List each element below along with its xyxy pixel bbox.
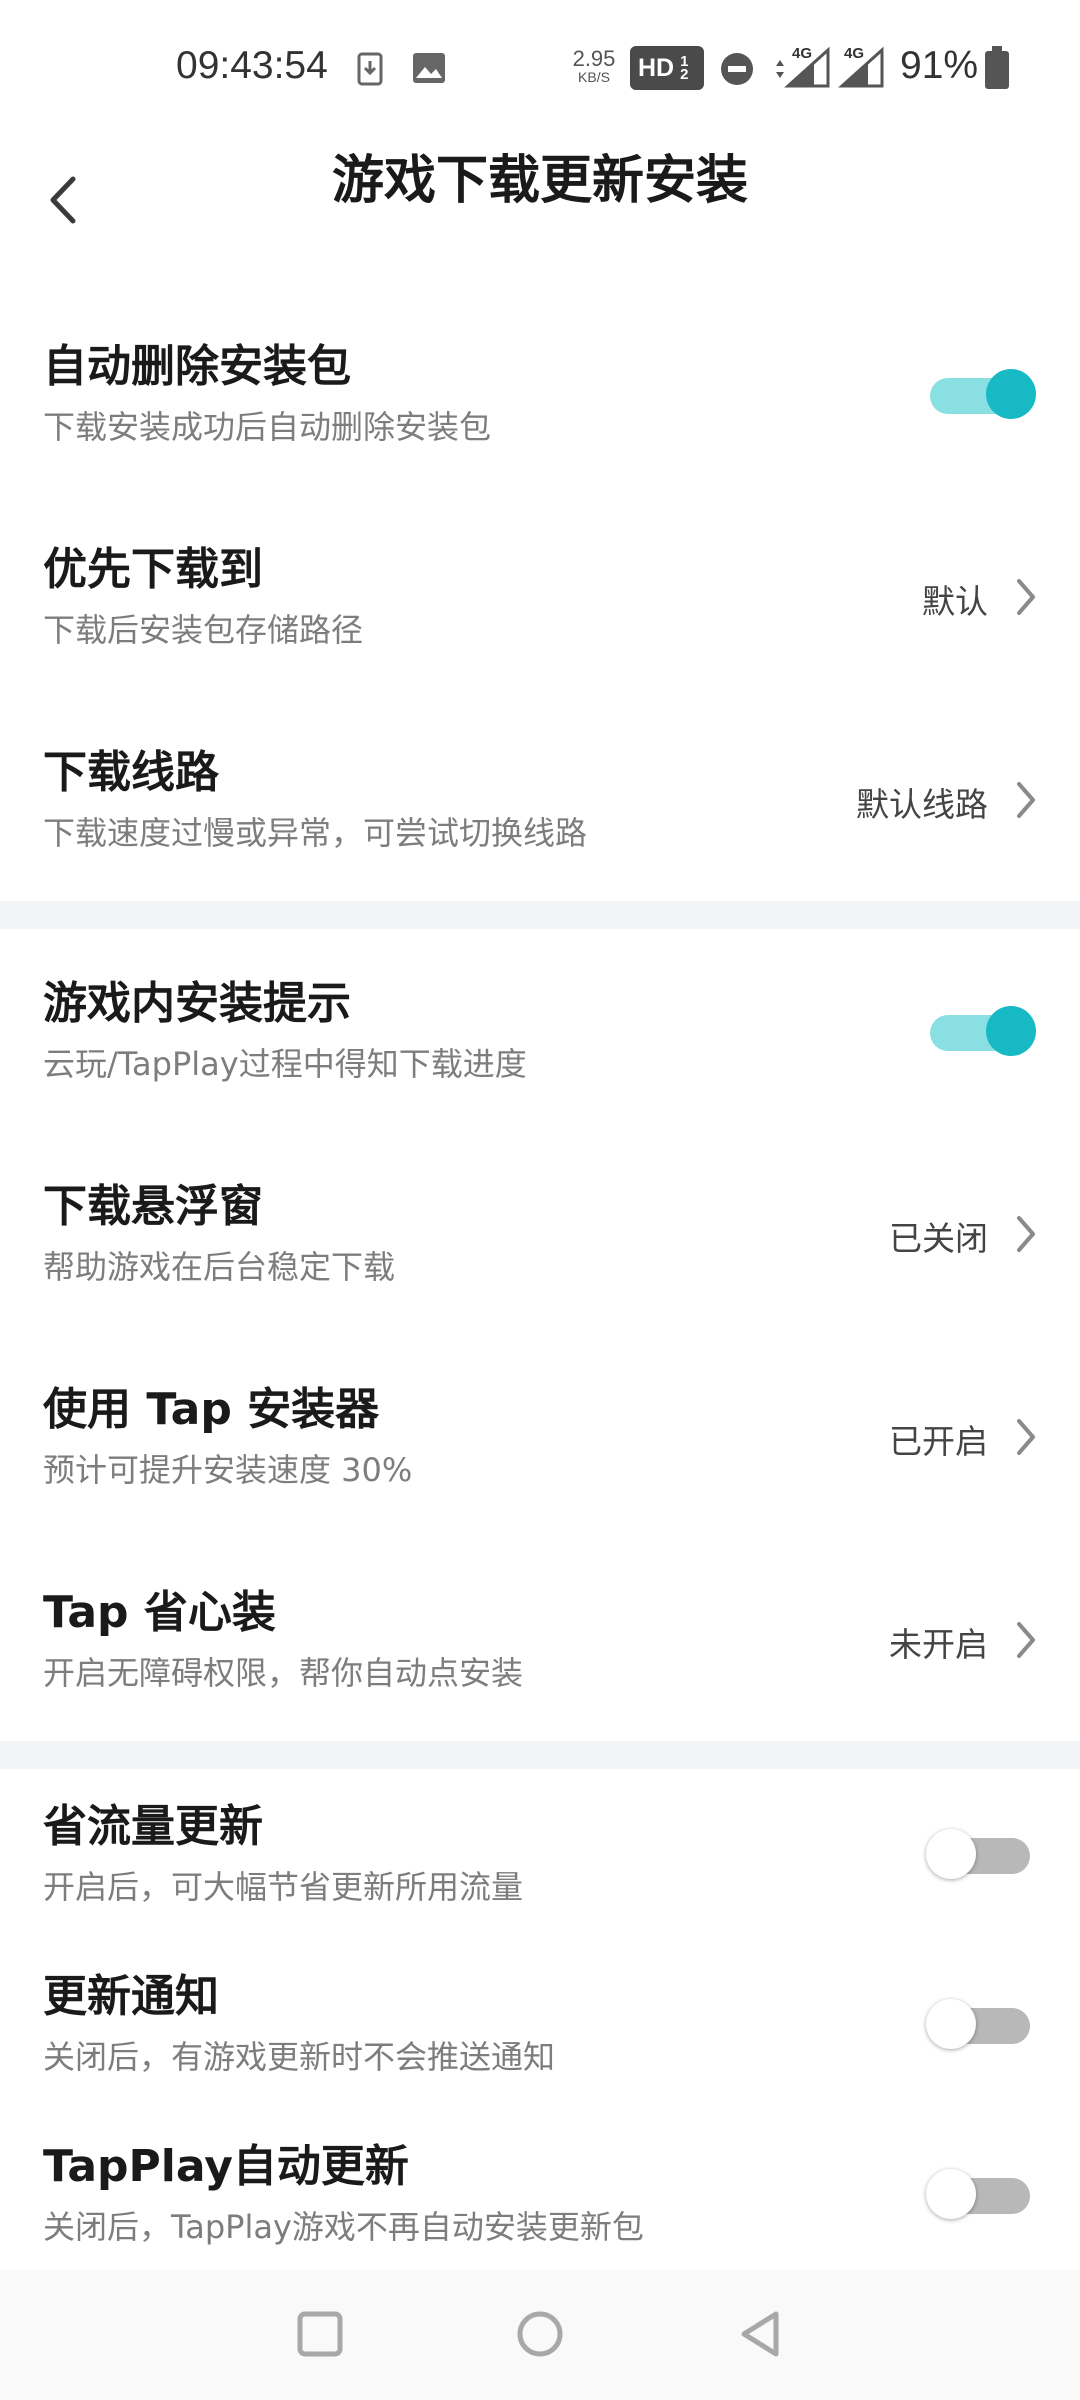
toggle-switch[interactable]: [926, 1003, 1036, 1059]
setting-value: 默认线路: [856, 784, 988, 824]
chevron-right-icon: [1017, 781, 1035, 818]
clock: 09:43:54: [176, 44, 328, 87]
toggle-knob: [986, 368, 1036, 419]
setting-title: 下载悬浮窗: [43, 1180, 263, 1232]
setting-subtitle: 云玩/TapPlay过程中得知下载进度: [43, 1044, 527, 1083]
chevron-right-icon: [1017, 578, 1035, 615]
chevron-right-icon: [1017, 1621, 1035, 1658]
setting-row[interactable]: 自动删除安装包下载安装成功后自动删除安装包: [0, 292, 1080, 495]
setting-title: 下载线路: [43, 746, 219, 798]
download-notification-icon: [357, 52, 383, 86]
setting-row[interactable]: 下载悬浮窗帮助游戏在后台稳定下载 已关闭: [0, 1132, 1080, 1335]
setting-row[interactable]: 下载线路下载速度过慢或异常，可尝试切换线路 默认线路: [0, 698, 1080, 901]
setting-value: 默认: [922, 581, 988, 621]
hd-voice-badge: HD 12: [630, 46, 704, 90]
toggle-switch[interactable]: [926, 1996, 1036, 2052]
settings-list: 自动删除安装包 下载安装成功后自动删除安装包 优先下载到 下载后安装包存储路径 默认 下载…: [0, 292, 1080, 2279]
status-bar: 09:43:54 2.95 KB/S HD 12 4G 4G 91%: [0, 0, 1080, 136]
setting-title: 省流量更新: [43, 1801, 263, 1852]
setting-row[interactable]: 优先下载到下载后安装包存储路径 默认: [0, 495, 1080, 698]
setting-row[interactable]: Tap 省心装开启无障碍权限，帮你自动点安装 未开启: [0, 1538, 1080, 1741]
setting-row[interactable]: 使用 Tap 安装器预计可提升安装速度 30% 已开启: [0, 1335, 1080, 1538]
section-download-settings: 自动删除安装包 下载安装成功后自动删除安装包 优先下载到 下载后安装包存储路径 默认 下载…: [0, 292, 1080, 901]
setting-value: 未开启: [889, 1624, 988, 1664]
chevron-right-icon: [1017, 1215, 1035, 1252]
net-speed: 2.95 KB/S: [572, 46, 616, 85]
toggle-knob: [926, 1999, 976, 2049]
section-install-settings: 游戏内安装提示云玩/TapPlay过程中得知下载进度下载悬浮窗帮助游戏在后台稳定…: [0, 929, 1080, 1741]
setting-subtitle: 关闭后，TapPlay游戏不再自动安装更新包: [43, 2208, 644, 2246]
toggle-knob: [986, 1005, 1036, 1056]
toggle-switch[interactable]: [926, 366, 1036, 422]
setting-row[interactable]: TapPlay自动更新关闭后，TapPlay游戏不再自动安装更新包: [0, 2109, 1080, 2279]
setting-subtitle: 下载后安装包存储路径: [43, 610, 364, 649]
setting-row[interactable]: 更新通知关闭后，有游戏更新时不会推送通知: [0, 1939, 1080, 2109]
setting-subtitle: 开启无障碍权限，帮你自动点安装: [43, 1653, 524, 1692]
toggle-switch[interactable]: [926, 2166, 1036, 2222]
page-title: 游戏下载更新安装: [331, 151, 748, 211]
setting-subtitle: 预计可提升安装速度 30%: [43, 1450, 413, 1489]
image-notification-icon: [413, 53, 445, 83]
signal-4g-icon-2: 4G: [838, 45, 884, 88]
section-divider: [0, 901, 1080, 929]
section-update-settings: 省流量更新开启后，可大幅节省更新所用流量更新通知关闭后，有游戏更新时不会推送通知…: [0, 1769, 1080, 2279]
setting-subtitle: 关闭后，有游戏更新时不会推送通知: [43, 2038, 556, 2076]
setting-row[interactable]: 游戏内安装提示云玩/TapPlay过程中得知下载进度: [0, 929, 1080, 1132]
setting-title: 自动删除安装包: [43, 340, 351, 392]
navigation-bar: [0, 2270, 1080, 2400]
setting-title: Tap 省心装: [43, 1586, 276, 1638]
chevron-right-icon: [1017, 1418, 1035, 1455]
app-header: 游戏下载更新安装: [0, 136, 1080, 266]
back-nav-button[interactable]: [730, 2304, 790, 2364]
do-not-disturb-icon: [721, 53, 753, 85]
toggle-knob: [926, 1829, 976, 1879]
svg-text:4G: 4G: [792, 45, 812, 62]
home-button[interactable]: [510, 2304, 570, 2364]
setting-row[interactable]: 省流量更新开启后，可大幅节省更新所用流量: [0, 1769, 1080, 1939]
setting-title: TapPlay自动更新: [43, 2141, 409, 2192]
section-divider: [0, 1741, 1080, 1769]
setting-subtitle: 帮助游戏在后台稳定下载: [43, 1247, 396, 1286]
recent-apps-button[interactable]: [290, 2304, 350, 2364]
setting-subtitle: 下载速度过慢或异常，可尝试切换线路: [43, 813, 588, 852]
setting-subtitle: 开启后，可大幅节省更新所用流量: [43, 1868, 524, 1906]
signal-4g-icon-1: 4G: [776, 45, 830, 88]
setting-title: 更新通知: [43, 1971, 219, 2022]
setting-title: 游戏内安装提示: [43, 977, 351, 1029]
battery-icon: [985, 46, 1009, 89]
setting-value: 已开启: [889, 1421, 988, 1461]
toggle-knob: [926, 2169, 976, 2219]
svg-text:4G: 4G: [844, 45, 864, 62]
setting-value: 已关闭: [889, 1218, 988, 1258]
battery-percent: 91%: [900, 44, 979, 87]
setting-title: 优先下载到: [43, 543, 263, 595]
setting-subtitle: 下载安装成功后自动删除安装包: [43, 407, 492, 446]
toggle-switch[interactable]: [926, 1826, 1036, 1882]
setting-title: 使用 Tap 安装器: [43, 1383, 380, 1435]
